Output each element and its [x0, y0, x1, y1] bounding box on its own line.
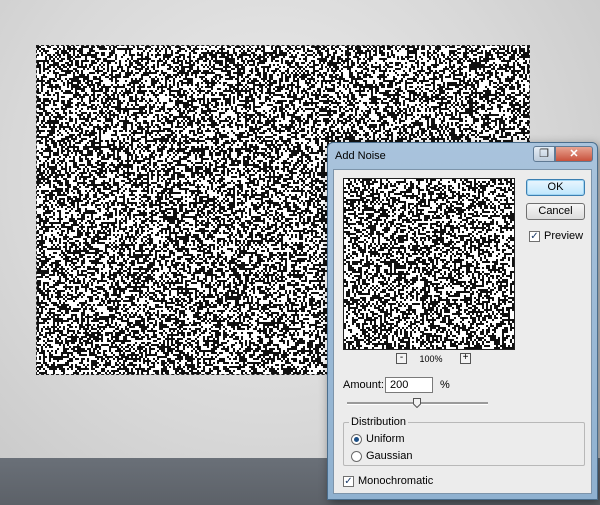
zoom-in-button[interactable]: +: [460, 353, 471, 364]
uniform-radio[interactable]: [351, 434, 362, 445]
monochromatic-checkbox[interactable]: ✓: [343, 476, 354, 487]
amount-label: Amount:: [343, 379, 384, 391]
restore-icon: ❐: [539, 147, 549, 160]
zoom-level: 100%: [419, 354, 443, 364]
restore-button[interactable]: ❐: [533, 146, 555, 162]
zoom-in-label: +: [462, 352, 469, 363]
close-button[interactable]: ✕: [555, 146, 593, 162]
dialog-body: - 100% + OK Cancel ✓ Preview Amount: 200…: [333, 169, 592, 494]
cancel-button[interactable]: Cancel: [526, 203, 585, 220]
amount-input[interactable]: 200: [385, 377, 433, 393]
dialog-titlebar[interactable]: Add Noise ❐ ✕: [328, 143, 597, 169]
amount-unit: %: [440, 379, 450, 391]
zoom-out-label: -: [399, 352, 404, 363]
add-noise-dialog: Add Noise ❐ ✕ - 100% + OK Cancel ✓ Previ…: [327, 142, 598, 500]
gaussian-label: Gaussian: [366, 450, 413, 462]
gaussian-radio[interactable]: [351, 451, 362, 462]
preview-area[interactable]: [343, 178, 515, 350]
zoom-out-button[interactable]: -: [396, 353, 407, 364]
monochromatic-label: Monochromatic: [358, 475, 434, 487]
distribution-label: Distribution: [349, 416, 409, 428]
amount-slider-thumb[interactable]: [413, 398, 421, 408]
preview-checkbox[interactable]: ✓: [529, 231, 540, 242]
preview-label: Preview: [544, 230, 584, 242]
dialog-title: Add Noise: [335, 150, 386, 162]
preview-noise-image: [344, 179, 514, 349]
uniform-label: Uniform: [366, 433, 405, 445]
ok-button[interactable]: OK: [526, 179, 585, 196]
close-icon: ✕: [569, 147, 579, 160]
